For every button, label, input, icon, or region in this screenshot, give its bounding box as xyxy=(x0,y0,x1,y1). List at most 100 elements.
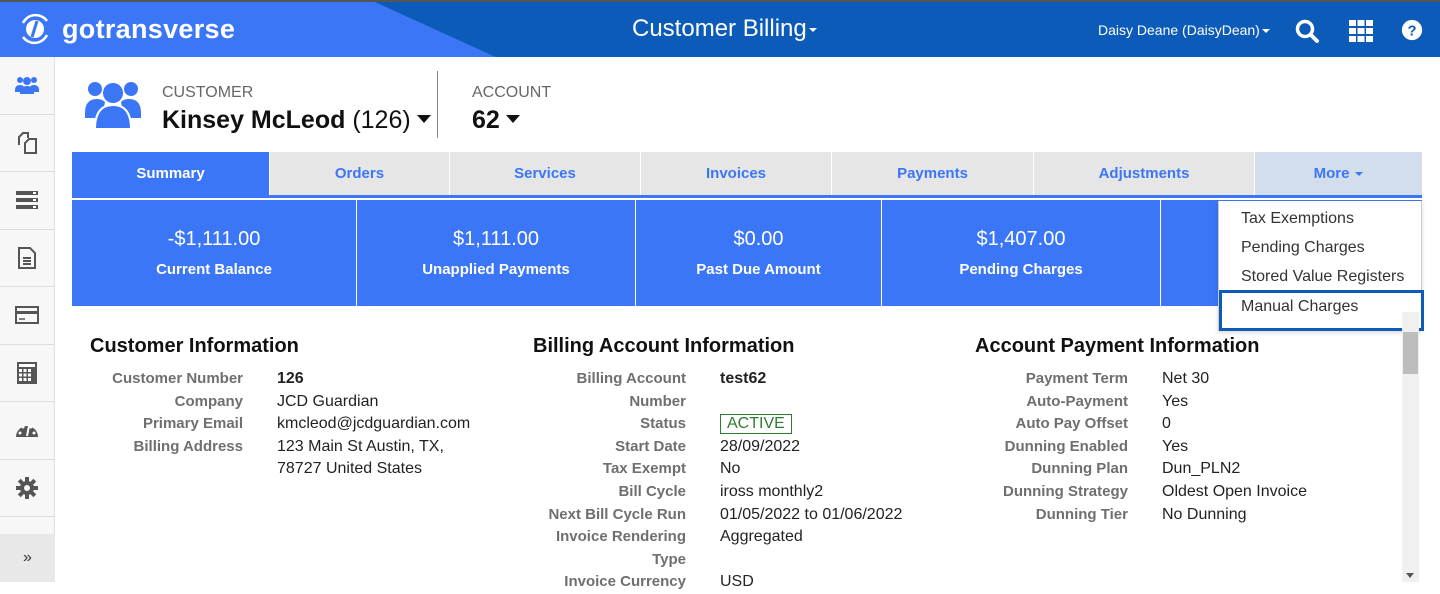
address-line-2: 78727 United States xyxy=(277,460,422,478)
help-icon[interactable]: ? xyxy=(1400,18,1426,44)
menu-item-stored-value-registers[interactable]: Stored Value Registers xyxy=(1241,268,1404,286)
field-value: 0 xyxy=(1162,415,1171,433)
sidebar-item-payments[interactable] xyxy=(0,287,54,345)
tab-payments[interactable]: Payments xyxy=(832,152,1034,195)
field-label: Payment Term xyxy=(1025,370,1128,387)
sidebar-item-documents[interactable] xyxy=(0,230,54,287)
sidebar-item-calculator[interactable] xyxy=(0,345,54,402)
info-row: Next Bill Cycle Run 01/05/2022 to 01/06/2… xyxy=(533,504,902,527)
app-switcher[interactable]: Customer Billing xyxy=(632,15,817,43)
sidebar-item-customers[interactable] xyxy=(0,57,54,115)
app-title: Customer Billing xyxy=(632,15,807,42)
account-number: 62 xyxy=(472,106,500,134)
stat-label: Unapplied Payments xyxy=(422,261,570,278)
field-label: Dunning Tier xyxy=(1035,505,1128,523)
field-label: Dunning Plan xyxy=(1031,460,1128,478)
tab-adjustments[interactable]: Adjustments xyxy=(1034,152,1255,195)
user-menu[interactable]: Daisy Deane (DaisyDean) xyxy=(1098,22,1270,38)
stat-label: Past Due Amount xyxy=(696,261,821,278)
info-row: Auto Pay Offset 0 xyxy=(975,413,1307,436)
field-label: Auto-Payment xyxy=(1026,392,1128,410)
info-row: Invoice Rendering Type Aggregated xyxy=(533,526,902,571)
document-icon xyxy=(18,246,36,269)
field-label: Invoice Currency xyxy=(564,573,686,591)
field-value: Yes xyxy=(1162,437,1189,455)
manual-charges-highlight xyxy=(1219,290,1424,331)
info-row: Status ACTIVE xyxy=(533,413,902,436)
info-row: Tax Exempt No xyxy=(533,458,902,481)
field-value: USD xyxy=(720,573,754,591)
scroll-down-arrow-icon[interactable] xyxy=(1406,573,1414,578)
customer-selector[interactable]: Kinsey McLeod (126) xyxy=(162,106,431,135)
customer-header: CUSTOMER Kinsey McLeod (126) ACCOUNT 62 xyxy=(55,57,1440,152)
copy-icon xyxy=(18,131,37,154)
status-badge: ACTIVE xyxy=(720,414,792,435)
caret-down-icon xyxy=(416,115,431,124)
field-value: ACTIVE xyxy=(720,413,792,436)
field-value: 28/09/2022 xyxy=(720,437,801,455)
tab-more[interactable]: More xyxy=(1255,152,1422,195)
dashboard-icon xyxy=(16,425,38,438)
stat-current-balance: -$1,111.00 Current Balance xyxy=(72,200,357,306)
caret-down-icon xyxy=(808,27,817,32)
info-row: Dunning Strategy Oldest Open Invoice xyxy=(975,481,1307,504)
field-label: Auto Pay Offset xyxy=(1015,415,1128,433)
sidebar-item-dashboard[interactable] xyxy=(0,402,54,460)
info-row: Billing Account Number test62 xyxy=(533,368,902,413)
field-value: Yes xyxy=(1162,392,1189,410)
info-row: Billing Address 123 Main St Austin, TX, 78… xyxy=(90,436,470,481)
info-row: Customer Number 126 xyxy=(90,368,470,391)
section-title: Billing Account Information xyxy=(533,335,795,357)
tab-more-label: More xyxy=(1313,165,1350,182)
field-label: Dunning Strategy xyxy=(1002,482,1128,500)
svg-text:?: ? xyxy=(1407,24,1416,40)
search-icon[interactable] xyxy=(1294,18,1320,44)
tab-invoices[interactable]: Invoices xyxy=(641,152,832,195)
credit-card-icon xyxy=(15,306,39,325)
logo-text: gotransverse xyxy=(62,13,236,44)
sidebar-item-services[interactable] xyxy=(0,172,54,230)
field-value: Oldest Open Invoice xyxy=(1162,482,1307,500)
caret-down-icon xyxy=(1261,29,1270,34)
field-label: Next Bill Cycle Run xyxy=(548,505,686,523)
account-selector[interactable]: 62 xyxy=(472,106,520,135)
tab-orders[interactable]: Orders xyxy=(270,152,450,195)
field-value: iross monthly2 xyxy=(720,482,824,500)
field-value: Aggregated xyxy=(720,528,803,546)
label-line-1: Billing Account xyxy=(576,370,686,387)
field-label: Billing Address xyxy=(133,437,243,455)
stat-value: $1,111.00 xyxy=(452,228,539,250)
field-value: kmcleod@jcdguardian.com xyxy=(277,415,471,433)
account-payment-information: Account Payment Information Payment Term… xyxy=(975,335,1307,526)
label-line-2: Type xyxy=(652,550,686,568)
sidebar-expand-button[interactable]: » xyxy=(0,534,55,582)
stat-past-due: $0.00 Past Due Amount xyxy=(636,200,882,306)
field-value: No xyxy=(720,460,741,478)
info-row: Invoice Currency USD xyxy=(533,571,902,594)
tab-services[interactable]: Services xyxy=(450,152,641,195)
top-bar: gotransverse Customer Billing Daisy Dean… xyxy=(0,0,1440,57)
logo[interactable]: gotransverse xyxy=(17,11,235,47)
calculator-icon xyxy=(17,361,37,384)
stat-value: $0.00 xyxy=(733,228,784,250)
content-scrollbar[interactable] xyxy=(1402,312,1419,582)
field-label: Status xyxy=(640,415,686,433)
info-row: Auto-Payment Yes xyxy=(975,391,1307,414)
menu-item-pending-charges[interactable]: Pending Charges xyxy=(1241,239,1365,257)
tab-summary[interactable]: Summary xyxy=(72,152,270,195)
apps-grid-icon[interactable] xyxy=(1348,18,1374,44)
field-value: 123 Main St Austin, TX, 78727 United Stat… xyxy=(277,436,444,481)
info-row: Dunning Enabled Yes xyxy=(975,436,1307,459)
sidebar-item-settings[interactable] xyxy=(0,460,54,517)
info-row: Company JCD Guardian xyxy=(90,391,470,414)
info-row: Start Date 28/09/2022 xyxy=(533,436,902,459)
customer-users-icon xyxy=(85,82,141,130)
scrollbar-thumb[interactable] xyxy=(1403,332,1418,374)
field-value: No Dunning xyxy=(1162,505,1247,523)
menu-item-tax-exemptions[interactable]: Tax Exemptions xyxy=(1241,210,1354,228)
sidebar-item-catalog[interactable] xyxy=(0,115,54,172)
stat-unapplied-payments: $1,111.00 Unapplied Payments xyxy=(357,200,636,306)
user-name: Daisy Deane (DaisyDean) xyxy=(1098,22,1260,38)
stat-label: Pending Charges xyxy=(959,261,1083,278)
customer-id: (126) xyxy=(352,106,411,134)
